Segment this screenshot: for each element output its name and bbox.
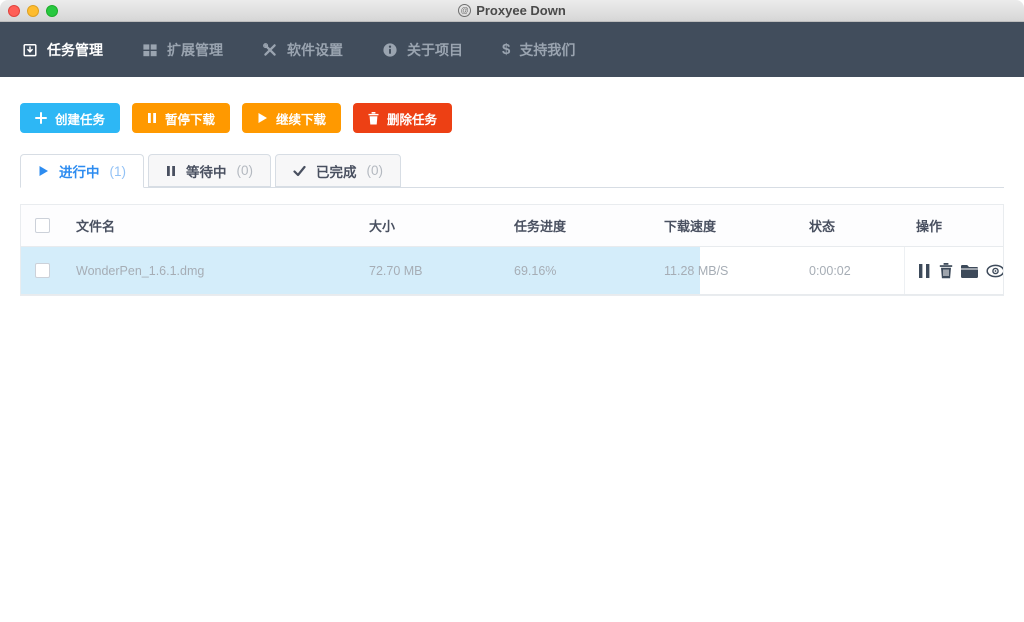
row-filename: WonderPen_1.6.1.dmg xyxy=(63,264,351,278)
table-row[interactable]: WonderPen_1.6.1.dmg 72.70 MB 69.16% 11.2… xyxy=(21,247,1003,295)
main-nav: 任务管理 扩展管理 软件设置 xyxy=(0,22,1024,77)
nav-item-task-management[interactable]: 任务管理 xyxy=(22,40,103,60)
nav-item-extension-management[interactable]: 扩展管理 xyxy=(142,40,223,60)
header-actions: 操作 xyxy=(904,216,1003,235)
nav-label: 支持我们 xyxy=(519,40,575,60)
row-size: 72.70 MB xyxy=(351,264,496,278)
button-label: 删除任务 xyxy=(387,109,437,128)
play-icon xyxy=(38,165,49,177)
tab-count: (1) xyxy=(110,164,127,179)
header-filename: 文件名 xyxy=(63,216,351,235)
row-actions xyxy=(904,247,1003,294)
delete-task-button[interactable]: 删除任务 xyxy=(353,103,452,133)
titlebar: @ Proxyee Down xyxy=(0,0,1024,22)
settings-icon xyxy=(262,42,278,58)
nav-label: 任务管理 xyxy=(47,40,103,60)
table-header-row: 文件名 大小 任务进度 下载速度 状态 操作 xyxy=(21,205,1003,247)
tab-waiting[interactable]: 等待中 (0) xyxy=(148,154,271,187)
header-size: 大小 xyxy=(351,216,496,235)
nav-label: 关于项目 xyxy=(407,40,463,60)
app-window: @ Proxyee Down 任务管理 扩展 xyxy=(0,0,1024,622)
header-progress: 任务进度 xyxy=(496,216,646,235)
resume-download-button[interactable]: 继续下载 xyxy=(242,103,341,133)
pause-download-button[interactable]: 暂停下载 xyxy=(132,103,230,133)
nav-label: 扩展管理 xyxy=(167,40,223,60)
nav-label: 软件设置 xyxy=(287,40,343,60)
header-speed: 下载速度 xyxy=(646,216,791,235)
nav-item-support-us[interactable]: $ 支持我们 xyxy=(502,40,575,60)
nav-item-software-settings[interactable]: 软件设置 xyxy=(262,40,343,60)
button-label: 暂停下载 xyxy=(165,109,215,128)
pause-icon xyxy=(166,165,176,177)
check-icon xyxy=(293,165,306,177)
tab-label: 已完成 xyxy=(316,161,357,181)
extensions-icon xyxy=(142,42,158,58)
about-info-icon xyxy=(382,42,398,58)
row-checkbox[interactable] xyxy=(35,263,50,278)
window-title: Proxyee Down xyxy=(476,3,566,18)
view-detail-eye-icon[interactable] xyxy=(986,264,1003,278)
app-logo-icon: @ xyxy=(458,4,471,17)
create-task-button[interactable]: 创建任务 xyxy=(20,103,120,133)
task-tabs: 进行中 (1) 等待中 (0) 已完成 (0) xyxy=(20,154,1004,188)
header-status: 状态 xyxy=(791,216,904,235)
pause-icon xyxy=(147,112,157,124)
open-folder-icon[interactable] xyxy=(960,263,979,279)
task-table: 文件名 大小 任务进度 下载速度 状态 操作 WonderPen_1.6.1.d… xyxy=(20,204,1004,296)
play-icon xyxy=(257,112,268,124)
tab-label: 等待中 xyxy=(186,161,227,181)
row-status: 0:00:02 xyxy=(791,264,904,278)
task-toolbar: 创建任务 暂停下载 继续下载 xyxy=(20,103,1004,133)
tab-label: 进行中 xyxy=(59,161,100,181)
window-title-area: @ Proxyee Down xyxy=(0,3,1024,18)
nav-item-about-project[interactable]: 关于项目 xyxy=(382,40,463,60)
tab-running[interactable]: 进行中 (1) xyxy=(20,154,144,188)
row-speed: 11.28 MB/S xyxy=(646,264,791,278)
donate-dollar-icon: $ xyxy=(502,42,510,57)
trash-icon xyxy=(368,112,379,125)
plus-icon xyxy=(35,112,47,124)
delete-task-icon[interactable] xyxy=(939,263,953,279)
tab-count: (0) xyxy=(367,163,384,178)
pause-task-icon[interactable] xyxy=(917,263,932,279)
tasks-icon xyxy=(22,42,38,58)
row-progress: 69.16% xyxy=(496,264,646,278)
select-all-checkbox[interactable] xyxy=(35,218,50,233)
button-label: 创建任务 xyxy=(55,109,105,128)
tab-completed[interactable]: 已完成 (0) xyxy=(275,154,401,187)
button-label: 继续下载 xyxy=(276,109,326,128)
tab-count: (0) xyxy=(237,163,254,178)
